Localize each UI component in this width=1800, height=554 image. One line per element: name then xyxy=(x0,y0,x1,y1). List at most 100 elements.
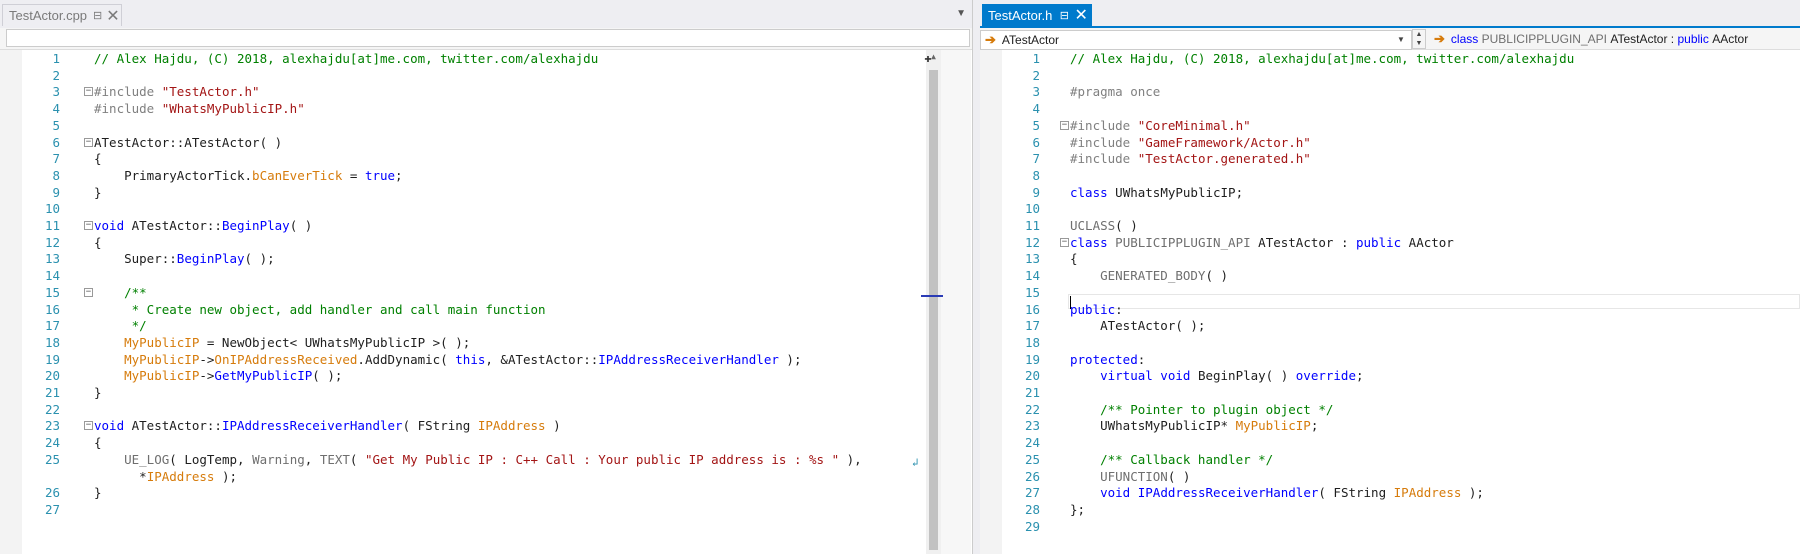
code-token: .AddDynamic( xyxy=(357,351,456,367)
code-line[interactable]: 5 xyxy=(0,117,972,134)
code-line[interactable]: 23 UWhatsMyPublicIP* MyPublicIP; xyxy=(980,417,1800,434)
left-tabstrip: TestActor.cpp ⊟ ✕ ▼ xyxy=(0,0,972,28)
code-line[interactable]: 15 xyxy=(980,284,1800,301)
code-line[interactable]: 4 #include "WhatsMyPublicIP.h" xyxy=(0,100,972,117)
code-line[interactable]: 8 xyxy=(980,167,1800,184)
code-line[interactable]: 13 { xyxy=(980,250,1800,267)
code-line[interactable]: 27 void IPAddressReceiverHandler( FStrin… xyxy=(980,484,1800,501)
code-token: IPAddressReceiverHandler xyxy=(598,351,779,367)
code-line[interactable]: 22 /** Pointer to plugin object */ xyxy=(980,401,1800,418)
collapse-toggle-icon[interactable]: − xyxy=(1060,237,1069,247)
code-line[interactable]: 14 GENERATED_BODY( ) xyxy=(980,267,1800,284)
code-line[interactable]: 14 xyxy=(0,267,972,284)
code-line[interactable]: 11 − void ATestActor::BeginPlay( ) xyxy=(0,217,972,234)
code-line[interactable]: 11 UCLASS( ) xyxy=(980,217,1800,234)
code-line[interactable]: 26 UFUNCTION( ) xyxy=(980,468,1800,485)
code-line[interactable]: 24 xyxy=(980,434,1800,451)
code-line[interactable]: 3 − #include "TestActor.h" xyxy=(0,83,972,100)
tab-testactor-h[interactable]: TestActor.h ⊟ ✕ xyxy=(982,4,1092,26)
code-line[interactable]: 21 xyxy=(980,384,1800,401)
code-line[interactable]: 19 protected: xyxy=(980,351,1800,368)
code-line[interactable]: 18 MyPublicIP = NewObject< UWhatsMyPubli… xyxy=(0,334,972,351)
split-icon[interactable]: ✚ xyxy=(921,51,935,65)
tab-testactor-cpp[interactable]: TestActor.cpp ⊟ ✕ xyxy=(2,4,122,26)
collapse-toggle-icon[interactable]: − xyxy=(84,87,93,97)
pin-icon[interactable]: ⊟ xyxy=(1058,8,1070,22)
tab-label: TestActor.h xyxy=(988,7,1053,23)
code-line[interactable]: 20 virtual void BeginPlay( ) override; xyxy=(980,367,1800,384)
code-line[interactable]: 4 xyxy=(980,100,1800,117)
code-line[interactable]: 9} xyxy=(0,184,972,201)
code-line[interactable]: 16 * Create new object, add handler and … xyxy=(0,301,972,318)
code-text: void IPAddressReceiverHandler( FString I… xyxy=(1070,484,1484,501)
line-number: 12 xyxy=(44,234,60,250)
collapse-toggle-icon[interactable]: − xyxy=(1060,120,1069,130)
code-line[interactable]: 13 Super::BeginPlay( ); xyxy=(0,250,972,267)
code-text: { xyxy=(1070,250,1078,267)
code-token: -> xyxy=(199,351,215,367)
code-line[interactable]: 19 MyPublicIP->OnIPAddressReceived.AddDy… xyxy=(0,351,972,368)
code-token: true xyxy=(364,167,396,183)
code-line[interactable]: 20 MyPublicIP->GetMyPublicIP( ); xyxy=(0,367,972,384)
code-line[interactable]: 1 // Alex Hajdu, (C) 2018, alexhajdu[at]m… xyxy=(0,50,972,67)
code-line[interactable]: 2 xyxy=(0,67,972,84)
code-line[interactable]: 15 − /** xyxy=(0,284,972,301)
pin-icon[interactable]: ⊟ xyxy=(93,9,102,23)
code-line[interactable]: 12 { xyxy=(0,234,972,251)
code-line[interactable]: 8 PrimaryActorTick.bCanEverTick = true; xyxy=(0,167,972,184)
code-line[interactable]: 27 xyxy=(0,501,972,518)
scope-dropdown[interactable]: ➔ ATestActor ▼ xyxy=(980,30,1412,50)
code-token: IPAddressReceiverHandler xyxy=(221,418,403,434)
code-editor[interactable]: 1 // Alex Hajdu, (C) 2018, alexhajdu[at]m… xyxy=(0,50,972,554)
code-line[interactable]: 12 − class PUBLICIPPLUGIN_API ATestActor :… xyxy=(980,234,1800,251)
code-editor[interactable]: 1 // Alex Hajdu, (C) 2018, alexhajdu[at]m… xyxy=(980,50,1800,554)
code-line[interactable]: 28}; xyxy=(980,501,1800,518)
code-line[interactable]: 7 #include "TestActor.generated.h" xyxy=(980,150,1800,167)
collapse-toggle-icon[interactable]: − xyxy=(84,137,93,147)
tab-dropdown-icon[interactable]: ▼ xyxy=(956,8,966,19)
scope-spinner[interactable]: ▲ ▼ xyxy=(1412,29,1426,49)
line-number: 22 xyxy=(1024,401,1040,417)
code-line[interactable]: 25 UE_LOG( LogTemp, Warning, TEXT( "Get … xyxy=(0,451,972,468)
code-line[interactable]: *IPAddress ); xyxy=(0,468,972,485)
code-line[interactable]: 29 xyxy=(980,518,1800,535)
code-line[interactable]: 1 // Alex Hajdu, (C) 2018, alexhajdu[at]m… xyxy=(980,50,1800,67)
code-line[interactable]: 24 { xyxy=(0,434,972,451)
code-line[interactable]: 10 xyxy=(980,200,1800,217)
close-icon[interactable]: ✕ xyxy=(106,8,119,25)
code-line[interactable]: 22 xyxy=(0,401,972,418)
code-line[interactable]: 18 xyxy=(980,334,1800,351)
line-number: 10 xyxy=(1024,201,1040,217)
code-line[interactable]: 9 class UWhatsMyPublicIP; xyxy=(980,184,1800,201)
code-line[interactable]: 3 #pragma once xyxy=(980,83,1800,100)
pane-splitter[interactable] xyxy=(972,0,980,554)
line-number: 4 xyxy=(52,101,60,117)
close-icon[interactable]: ✕ xyxy=(1074,7,1088,24)
code-line[interactable]: 17 ATestActor( ); xyxy=(980,317,1800,334)
code-line[interactable]: 7{ xyxy=(0,150,972,167)
collapse-toggle-icon[interactable]: − xyxy=(84,221,93,230)
code-line[interactable]: 6 #include "GameFramework/Actor.h" xyxy=(980,134,1800,151)
code-token: IPAddress xyxy=(146,468,215,484)
vertical-scrollbar[interactable]: ▲ xyxy=(926,50,941,554)
code-line[interactable]: 16 public: xyxy=(980,301,1800,318)
code-line[interactable]: 21} xyxy=(0,384,972,401)
code-line[interactable]: 23 − void ATestActor::IPAddressReceiverHan… xyxy=(0,417,972,434)
left-nav-input[interactable] xyxy=(6,29,970,47)
code-token: { xyxy=(94,234,102,250)
code-line[interactable]: 17 */ xyxy=(0,317,972,334)
code-line[interactable]: 10 xyxy=(0,200,972,217)
code-line[interactable]: 2 xyxy=(980,67,1800,84)
code-line[interactable]: 26} xyxy=(0,484,972,501)
code-line[interactable]: 25 /** Callback handler */ xyxy=(980,451,1800,468)
code-token: // Alex Hajdu, (C) 2018, alexhajdu[at]me… xyxy=(94,51,599,66)
code-token: #pragma once xyxy=(1070,84,1161,100)
scroll-thumb[interactable] xyxy=(929,70,938,550)
collapse-toggle-icon[interactable]: − xyxy=(84,421,93,431)
collapse-toggle-icon[interactable]: − xyxy=(84,287,93,297)
code-line[interactable]: 5 − #include "CoreMinimal.h" xyxy=(980,117,1800,134)
code-token: UWhatsMyPublicIP* xyxy=(1070,418,1236,434)
code-text: MyPublicIP = NewObject< UWhatsMyPublicIP… xyxy=(94,334,470,351)
code-line[interactable]: 6 − ATestActor::ATestActor( ) xyxy=(0,134,972,151)
member-dropdown[interactable]: ➔ class PUBLICIPPLUGIN_API ATestActor : … xyxy=(1430,30,1800,48)
